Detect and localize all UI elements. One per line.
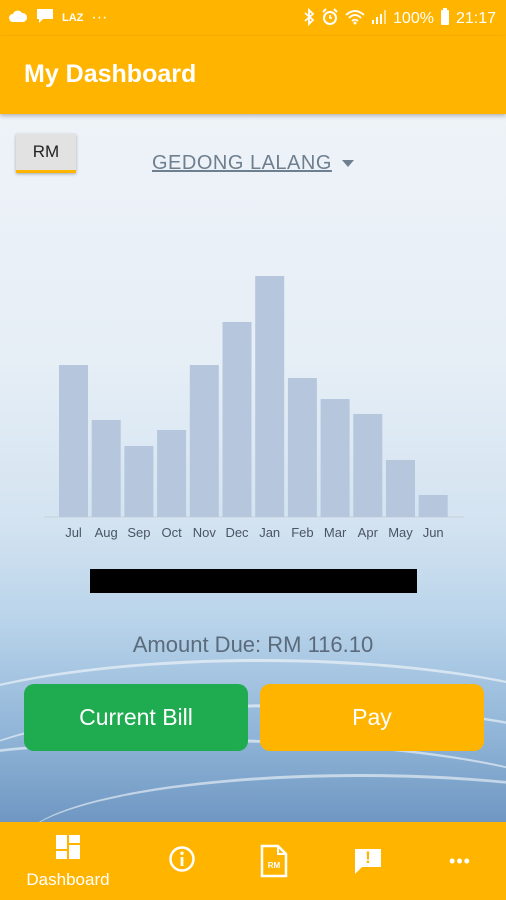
nav-dashboard[interactable]: Dashboard — [10, 822, 126, 900]
app-bar: My Dashboard — [0, 36, 506, 114]
chart-tick-label-dec: Dec — [225, 525, 249, 540]
dashboard-grid-icon — [54, 833, 82, 866]
info-icon — [168, 845, 196, 878]
chart-tick-label-apr: Apr — [358, 525, 379, 540]
rm-bill-icon-text: RM — [267, 861, 281, 870]
currency-toggle-button[interactable]: RM — [16, 134, 76, 173]
chart-bar-jul[interactable] — [59, 365, 88, 517]
battery-percent: 100% — [393, 10, 434, 27]
bottom-navigation: Dashboard RM ! ••• — [0, 822, 506, 900]
current-bill-button[interactable]: Current Bill — [24, 684, 248, 751]
chart-bar-nov[interactable] — [189, 365, 219, 517]
chart-canvas: Jul Aug Sep Oct Nov Dec Jan Feb Mar Apr May Jun — [44, 276, 464, 540]
location-name: GEDONG LALANG — [152, 152, 332, 174]
dashboard-content: RM GEDONG LALANG Jul Aug Sep Oct Nov Dec Jan Fe… — [0, 114, 506, 822]
chart-bar-jun[interactable] — [418, 495, 448, 517]
page-title: My Dashboard — [24, 60, 197, 88]
status-bar: LAZ ··· 100% 21:17 — [0, 0, 506, 36]
nav-dashboard-label: Dashboard — [26, 869, 110, 889]
alarm-icon — [321, 8, 339, 30]
dropdown-caret-icon — [341, 160, 354, 167]
feedback-icon-mark: ! — [365, 848, 371, 867]
chart-bar-apr[interactable] — [353, 414, 383, 517]
laz-icon: LAZ — [62, 12, 84, 24]
chart-tick-label-oct: Oct — [161, 525, 182, 540]
chart-tick-label-jan: Jan — [259, 525, 280, 540]
battery-icon — [440, 8, 450, 30]
nav-info[interactable] — [152, 822, 212, 900]
cloud-icon — [8, 9, 28, 27]
chart-bar-dec[interactable] — [222, 322, 252, 517]
usage-bar-chart: Jul Aug Sep Oct Nov Dec Jan Feb Mar Apr May Jun — [40, 224, 466, 559]
wifi-icon — [345, 9, 365, 29]
chart-tick-label-mar: Mar — [324, 525, 347, 540]
chart-tick-label-may: May — [388, 525, 413, 540]
nav-feedback[interactable]: ! — [338, 822, 398, 900]
clock: 21:17 — [455, 10, 496, 27]
rm-bill-icon: RM — [260, 844, 288, 878]
nav-more[interactable]: ••• — [430, 822, 490, 900]
chart-tick-label-aug: Aug — [95, 525, 118, 540]
chart-bar-aug[interactable] — [91, 420, 121, 517]
amount-due-label: Amount Due: RM 116.10 — [132, 632, 374, 657]
chart-tick-label-jun: Jun — [423, 525, 444, 540]
chart-tick-label-jul: Jul — [65, 525, 82, 540]
chart-bar-feb[interactable] — [287, 378, 317, 517]
feedback-icon: ! — [353, 847, 383, 875]
more-icon: ··· — [91, 9, 108, 26]
chart-tick-label-nov: Nov — [193, 525, 217, 540]
redacted-bar — [90, 569, 417, 593]
chart-bar-mar[interactable] — [320, 399, 350, 517]
nav-bill[interactable]: RM — [244, 822, 304, 900]
chart-tick-label-sep: Sep — [127, 525, 150, 540]
chart-bar-jan[interactable] — [255, 276, 285, 517]
chart-bar-oct[interactable] — [157, 430, 187, 517]
chart-bar-may[interactable] — [386, 460, 415, 517]
bluetooth-icon — [303, 7, 315, 30]
more-icon: ••• — [449, 850, 471, 871]
chart-tick-label-feb: Feb — [291, 525, 313, 540]
location-selector[interactable]: GEDONG LALANG — [152, 152, 354, 175]
chat-bubble-icon — [36, 8, 54, 28]
chart-bar-sep[interactable] — [124, 446, 154, 517]
pay-button[interactable]: Pay — [260, 684, 484, 751]
signal-icon — [371, 9, 387, 29]
